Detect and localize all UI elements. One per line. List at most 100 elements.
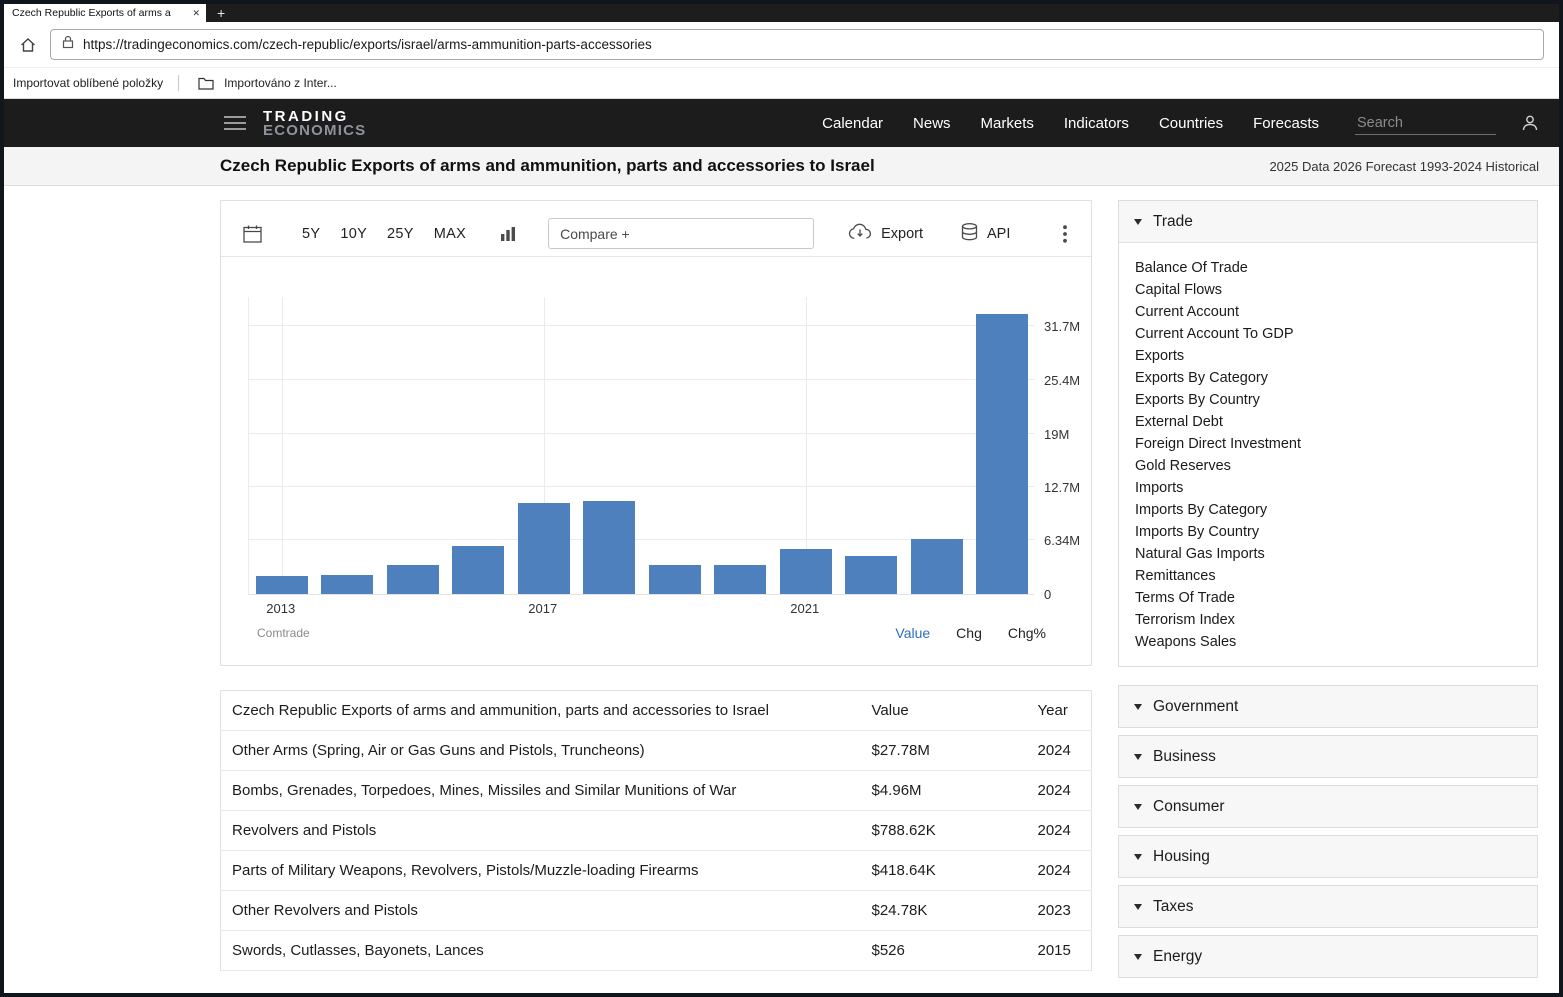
trading-economics-logo[interactable]: TRADING ECONOMICS — [263, 110, 366, 137]
chart-bar-2017[interactable] — [518, 503, 570, 594]
table-row[interactable]: Bombs, Grenades, Torpedoes, Mines, Missi… — [221, 771, 1092, 811]
section-header-housing[interactable]: Housing — [1119, 836, 1537, 877]
section-header-consumer[interactable]: Consumer — [1119, 786, 1537, 827]
chart-bar-2024[interactable] — [976, 314, 1028, 594]
table-row[interactable]: Other Revolvers and Pistols$24.78K2023 — [221, 891, 1092, 931]
mode-value[interactable]: Value — [895, 625, 930, 641]
sidebar-link-exports-by-country[interactable]: Exports By Country — [1119, 389, 1537, 411]
browser-tab[interactable]: Czech Republic Exports of arms a ✕ — [4, 4, 206, 22]
sidebar-link-balance-of-trade[interactable]: Balance Of Trade — [1119, 257, 1537, 279]
sidebar-link-imports-by-country[interactable]: Imports By Country — [1119, 521, 1537, 543]
nav-item-countries[interactable]: Countries — [1159, 115, 1223, 132]
section-label: Trade — [1153, 213, 1193, 231]
bookmark-import-favorites[interactable]: Importovat oblíbené položky — [7, 76, 169, 90]
chart-bar-2021[interactable] — [780, 549, 832, 594]
sidebar-link-foreign-direct-investment[interactable]: Foreign Direct Investment — [1119, 433, 1537, 455]
row-value: $418.64K — [872, 851, 992, 891]
section-label: Government — [1153, 698, 1238, 716]
row-year: 2023 — [992, 891, 1092, 931]
nav-item-news[interactable]: News — [913, 115, 951, 132]
url-bar[interactable]: https://tradingeconomics.com/czech-repub… — [50, 29, 1544, 60]
chart-bar-2014[interactable] — [321, 575, 373, 594]
chart-bar-2023[interactable] — [911, 539, 963, 594]
section-header-government[interactable]: Government — [1119, 686, 1537, 727]
bookmark-imported-folder[interactable]: Importováno z Inter... — [218, 76, 343, 90]
sidebar-link-current-account-to-gdp[interactable]: Current Account To GDP — [1119, 323, 1537, 345]
chevron-down-icon — [1134, 804, 1142, 810]
sidebar-section-government: Government — [1118, 685, 1538, 728]
sidebar-section-housing: Housing — [1118, 835, 1538, 878]
mode-chg[interactable]: Chg — [956, 625, 982, 641]
chart-bar-2020[interactable] — [714, 565, 766, 594]
sidebar-link-gold-reserves[interactable]: Gold Reserves — [1119, 455, 1537, 477]
column-header-value: Value — [872, 691, 992, 731]
range-button-10y[interactable]: 10Y — [340, 226, 367, 242]
nav-item-forecasts[interactable]: Forecasts — [1253, 115, 1319, 132]
y-axis-label: 6.34M — [1044, 533, 1080, 548]
section-header-energy[interactable]: Energy — [1119, 936, 1537, 977]
sidebar-link-current-account[interactable]: Current Account — [1119, 301, 1537, 323]
user-account-icon[interactable] — [1520, 113, 1540, 133]
table-row[interactable]: Parts of Military Weapons, Revolvers, Pi… — [221, 851, 1092, 891]
row-year: 2024 — [992, 731, 1092, 771]
chevron-down-icon — [1134, 854, 1142, 860]
range-button-max[interactable]: MAX — [434, 226, 466, 242]
sidebar-link-exports[interactable]: Exports — [1119, 345, 1537, 367]
sidebar-link-remittances[interactable]: Remittances — [1119, 565, 1537, 587]
chart-bar-2019[interactable] — [649, 565, 701, 594]
nav-item-markets[interactable]: Markets — [981, 115, 1034, 132]
chart-bar-2013[interactable] — [256, 576, 308, 594]
row-name: Other Revolvers and Pistols — [221, 891, 872, 931]
sidebar-link-capital-flows[interactable]: Capital Flows — [1119, 279, 1537, 301]
table-row[interactable]: Other Arms (Spring, Air or Gas Guns and … — [221, 731, 1092, 771]
api-button[interactable]: API — [961, 223, 1010, 245]
table-row[interactable]: Revolvers and Pistols$788.62K2024 — [221, 811, 1092, 851]
x-axis-labels: 201320172021 — [248, 601, 1034, 619]
sidebar-link-imports-by-category[interactable]: Imports By Category — [1119, 499, 1537, 521]
chart-bar-2018[interactable] — [583, 501, 635, 594]
section-header-taxes[interactable]: Taxes — [1119, 886, 1537, 927]
y-axis-label: 19M — [1044, 427, 1069, 442]
sidebar-link-weapons-sales[interactable]: Weapons Sales — [1119, 631, 1537, 653]
section-header-trade[interactable]: Trade — [1119, 201, 1537, 242]
sidebar-link-imports[interactable]: Imports — [1119, 477, 1537, 499]
tab-title: Czech Republic Exports of arms a — [12, 7, 187, 19]
chart-bar-2015[interactable] — [387, 565, 439, 594]
chart-bar-2016[interactable] — [452, 546, 504, 594]
browser-toolbar: https://tradingeconomics.com/czech-repub… — [4, 22, 1559, 68]
section-header-business[interactable]: Business — [1119, 736, 1537, 777]
range-button-5y[interactable]: 5Y — [302, 226, 320, 242]
hamburger-menu-icon[interactable] — [224, 116, 246, 130]
more-options-icon[interactable] — [1059, 222, 1071, 246]
sidebar-link-terms-of-trade[interactable]: Terms Of Trade — [1119, 587, 1537, 609]
search-input[interactable] — [1355, 112, 1496, 135]
export-button[interactable]: Export — [848, 223, 923, 244]
table-row[interactable]: Swords, Cutlasses, Bayonets, Lances$5262… — [221, 931, 1092, 971]
sidebar-link-terrorism-index[interactable]: Terrorism Index — [1119, 609, 1537, 631]
nav-item-indicators[interactable]: Indicators — [1064, 115, 1129, 132]
nav-item-calendar[interactable]: Calendar — [822, 115, 883, 132]
site-info-icon[interactable] — [62, 35, 74, 54]
home-icon[interactable] — [19, 36, 37, 54]
chart-bar-2022[interactable] — [845, 556, 897, 594]
range-button-25y[interactable]: 25Y — [387, 226, 414, 242]
mode-chg[interactable]: Chg% — [1008, 625, 1046, 641]
chart-type-icon[interactable] — [500, 226, 516, 242]
chart-card: 5Y 10Y 25Y MAX Compare + Export — [220, 200, 1092, 666]
range-buttons: 5Y 10Y 25Y MAX — [302, 226, 466, 242]
y-axis-labels: 06.34M12.7M19M25.4M31.7M — [1044, 297, 1104, 595]
chevron-down-icon — [1134, 754, 1142, 760]
compare-button[interactable]: Compare + — [548, 218, 814, 249]
calendar-icon[interactable] — [243, 225, 262, 243]
api-label: API — [987, 226, 1010, 242]
sidebar-section-consumer: Consumer — [1118, 785, 1538, 828]
page-subtitle: 2025 Data 2026 Forecast 1993-2024 Histor… — [1269, 159, 1539, 174]
chart-modes: Value Chg Chg% — [895, 625, 1046, 641]
new-tab-button[interactable]: + — [206, 4, 236, 22]
tab-close-icon[interactable]: ✕ — [192, 8, 200, 19]
sidebar-link-external-debt[interactable]: External Debt — [1119, 411, 1537, 433]
sidebar-link-natural-gas-imports[interactable]: Natural Gas Imports — [1119, 543, 1537, 565]
page-title-bar: Czech Republic Exports of arms and ammun… — [4, 147, 1559, 186]
chevron-down-icon — [1134, 954, 1142, 960]
sidebar-link-exports-by-category[interactable]: Exports By Category — [1119, 367, 1537, 389]
